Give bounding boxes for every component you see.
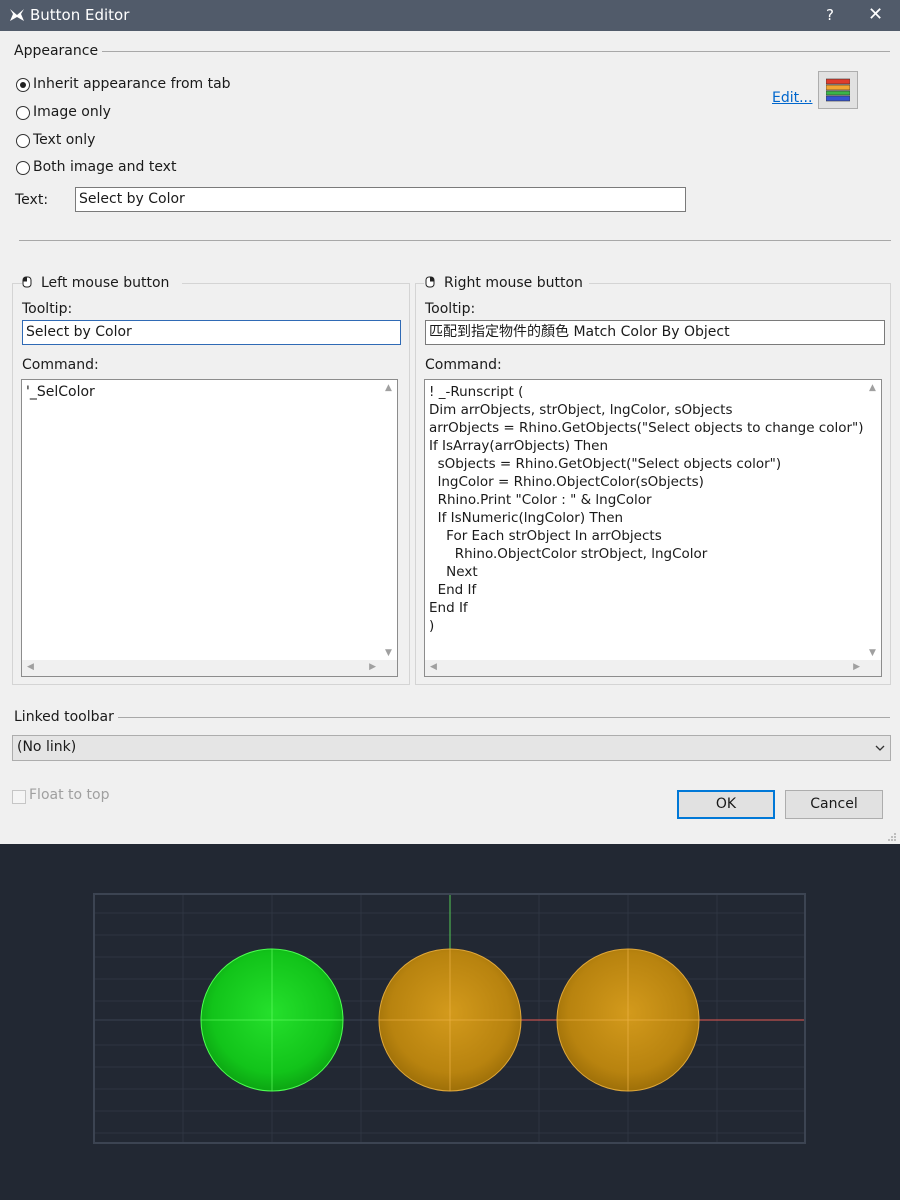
radio-label-both[interactable]: Both image and text — [33, 159, 176, 175]
left-tooltip-label: Tooltip: — [22, 301, 73, 317]
radio-label-image-only[interactable]: Image only — [33, 104, 111, 120]
right-mouse-header: Right mouse button — [444, 275, 583, 291]
linked-toolbar-dropdown[interactable]: (No link) — [12, 735, 891, 761]
appearance-divider — [102, 51, 890, 52]
gold-sphere-2[interactable] — [556, 948, 700, 1092]
linked-toolbar-selected: (No link) — [17, 739, 77, 755]
rhino-viewport[interactable] — [93, 893, 806, 1144]
float-to-top-checkbox[interactable] — [12, 790, 26, 804]
right-tooltip-input[interactable]: 匹配到指定物件的顏色 Match Color By Object — [425, 320, 885, 345]
viewport-scene — [95, 895, 804, 1142]
radio-inherit-appearance[interactable] — [16, 78, 30, 92]
close-button[interactable]: ✕ — [868, 4, 883, 25]
mouse-left-icon — [22, 276, 32, 288]
left-mouse-header: Left mouse button — [41, 275, 170, 291]
left-command-hscroll[interactable]: ◀ ▶ — [22, 660, 397, 676]
right-command-text[interactable]: ! _-Runscript ( Dim arrObjects, strObjec… — [429, 383, 864, 635]
button-editor-dialog: Button Editor ? ✕ Appearance Inherit app… — [0, 0, 900, 844]
radio-text-only[interactable] — [16, 134, 30, 148]
scroll-right-arrow-icon[interactable]: ▶ — [853, 662, 860, 672]
appearance-separator — [19, 240, 891, 241]
gold-sphere-1[interactable] — [378, 948, 522, 1092]
right-tooltip-label: Tooltip: — [425, 301, 476, 317]
chevron-down-icon — [875, 745, 885, 751]
left-command-text[interactable]: '_SelColor — [26, 383, 95, 401]
scroll-up-arrow-icon[interactable]: ▲ — [869, 383, 876, 393]
help-button[interactable]: ? — [826, 6, 834, 24]
scroll-right-arrow-icon[interactable]: ▶ — [369, 662, 376, 672]
cancel-button[interactable]: Cancel — [785, 790, 883, 819]
ok-button[interactable]: OK — [677, 790, 775, 819]
title-bar: Button Editor ? ✕ — [0, 0, 900, 31]
left-command-label: Command: — [22, 357, 99, 373]
text-field-label: Text: — [15, 192, 49, 208]
left-command-textarea[interactable]: '_SelColor ▲ ▼ ◀ ▶ — [21, 379, 398, 677]
scroll-down-arrow-icon[interactable]: ▼ — [869, 648, 876, 658]
radio-both-image-text[interactable] — [16, 161, 30, 175]
scroll-down-arrow-icon[interactable]: ▼ — [385, 648, 392, 658]
edit-image-link[interactable]: Edit... — [772, 90, 812, 106]
linked-toolbar-divider — [118, 717, 890, 718]
rhino-app-icon — [8, 6, 26, 24]
linked-toolbar-label: Linked toolbar — [14, 709, 114, 725]
float-to-top-label[interactable]: Float to top — [29, 787, 109, 803]
scroll-left-arrow-icon[interactable]: ◀ — [430, 662, 437, 672]
color-stripes-icon — [826, 78, 850, 102]
right-command-label: Command: — [425, 357, 502, 373]
green-sphere[interactable] — [200, 948, 344, 1092]
appearance-section-label: Appearance — [14, 43, 99, 59]
scroll-up-arrow-icon[interactable]: ▲ — [385, 383, 392, 393]
radio-image-only[interactable] — [16, 106, 30, 120]
right-command-vscroll[interactable]: ▲ ▼ — [865, 380, 881, 660]
left-tooltip-input[interactable]: Select by Color — [22, 320, 401, 345]
scroll-left-arrow-icon[interactable]: ◀ — [27, 662, 34, 672]
right-command-hscroll[interactable]: ◀ ▶ — [425, 660, 881, 676]
resize-grip-icon[interactable] — [887, 832, 897, 842]
radio-label-inherit[interactable]: Inherit appearance from tab — [33, 76, 231, 92]
button-image-preview[interactable] — [818, 71, 858, 109]
button-text-input[interactable]: Select by Color — [75, 187, 686, 212]
left-command-vscroll[interactable]: ▲ ▼ — [381, 380, 397, 660]
window-title: Button Editor — [30, 6, 130, 24]
radio-label-text-only[interactable]: Text only — [33, 132, 95, 148]
mouse-right-icon — [425, 276, 435, 288]
right-command-textarea[interactable]: ! _-Runscript ( Dim arrObjects, strObjec… — [424, 379, 882, 677]
